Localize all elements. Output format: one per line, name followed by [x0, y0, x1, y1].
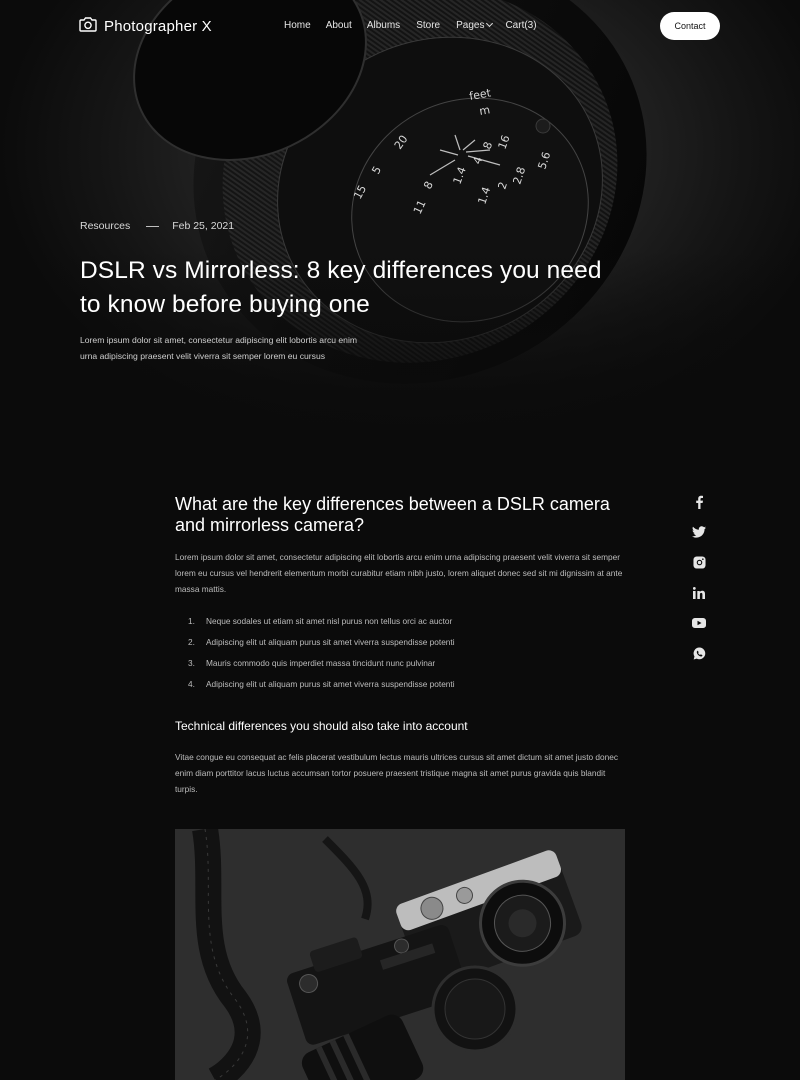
brand-logo[interactable]: Photographer X [79, 16, 212, 37]
social-share-bar [689, 492, 709, 674]
main-menu: Home About Albums Store Pages Cart(3) [284, 19, 537, 31]
list-item: 3. Mauris commodo quis imperdiet massa ti… [175, 653, 625, 674]
page-title: DSLR vs Mirrorless: 8 key differences yo… [80, 257, 602, 318]
post-date: Feb 25, 2021 [172, 220, 235, 232]
linkedin-icon[interactable] [689, 583, 709, 603]
nav-item-store[interactable]: Store [416, 20, 440, 31]
twitter-icon[interactable] [689, 522, 709, 542]
instagram-icon[interactable] [689, 553, 709, 573]
top-navigation: Photographer X Home About Albums Store P… [0, 0, 800, 52]
list-number: 2. [188, 637, 195, 647]
meta-divider [146, 225, 160, 227]
youtube-icon[interactable] [689, 613, 709, 633]
list-item: 2. Adipiscing elit ut aliquam purus sit a… [175, 632, 625, 653]
svg-text:m: m [478, 103, 491, 118]
list-text: Mauris commodo quis imperdiet massa tinc… [206, 658, 436, 668]
nav-item-pages[interactable]: Pages [456, 19, 494, 31]
article-body: What are the key differences between a D… [175, 494, 625, 797]
list-text: Adipiscing elit ut aliquam purus sit ame… [206, 637, 455, 647]
brand-name: Photographer X [104, 18, 212, 35]
list-number: 4. [188, 679, 195, 689]
article-subheading: Technical differences you should also ta… [175, 719, 468, 733]
article-paragraph: Vitae congue eu consequat ac felis place… [175, 752, 619, 794]
page-subtitle: Lorem ipsum dolor sit amet, consectetur … [80, 335, 358, 361]
nav-item-albums[interactable]: Albums [367, 20, 400, 31]
post-category[interactable]: Resources [80, 220, 130, 232]
list-text: Adipiscing elit ut aliquam purus sit ame… [206, 679, 455, 689]
post-meta: Resources Feb 25, 2021 [80, 220, 234, 232]
list-number: 1. [188, 616, 195, 626]
whatsapp-icon[interactable] [689, 643, 709, 663]
list-item: 4. Adipiscing elit ut aliquam purus sit a… [175, 674, 625, 695]
article-intro: Lorem ipsum dolor sit amet, consectetur … [175, 552, 623, 594]
list-item: 1. Neque sodales ut etiam sit amet nisl p… [175, 611, 625, 632]
article-list: 1. Neque sodales ut etiam sit amet nisl p… [175, 611, 625, 695]
nav-item-about[interactable]: About [326, 20, 352, 31]
contact-button[interactable]: Contact [660, 12, 720, 40]
article-heading: What are the key differences between a D… [175, 494, 610, 535]
list-text: Neque sodales ut etiam sit amet nisl pur… [206, 616, 453, 626]
list-number: 3. [188, 658, 195, 668]
camera-icon [79, 16, 97, 37]
chevron-down-icon [486, 19, 494, 28]
nav-item-pages-label: Pages [456, 20, 485, 31]
nav-item-cart[interactable]: Cart(3) [505, 20, 536, 31]
facebook-icon[interactable] [689, 492, 709, 512]
article-image [175, 829, 625, 1080]
nav-item-home[interactable]: Home [284, 20, 311, 31]
camera-photo [175, 829, 625, 1080]
